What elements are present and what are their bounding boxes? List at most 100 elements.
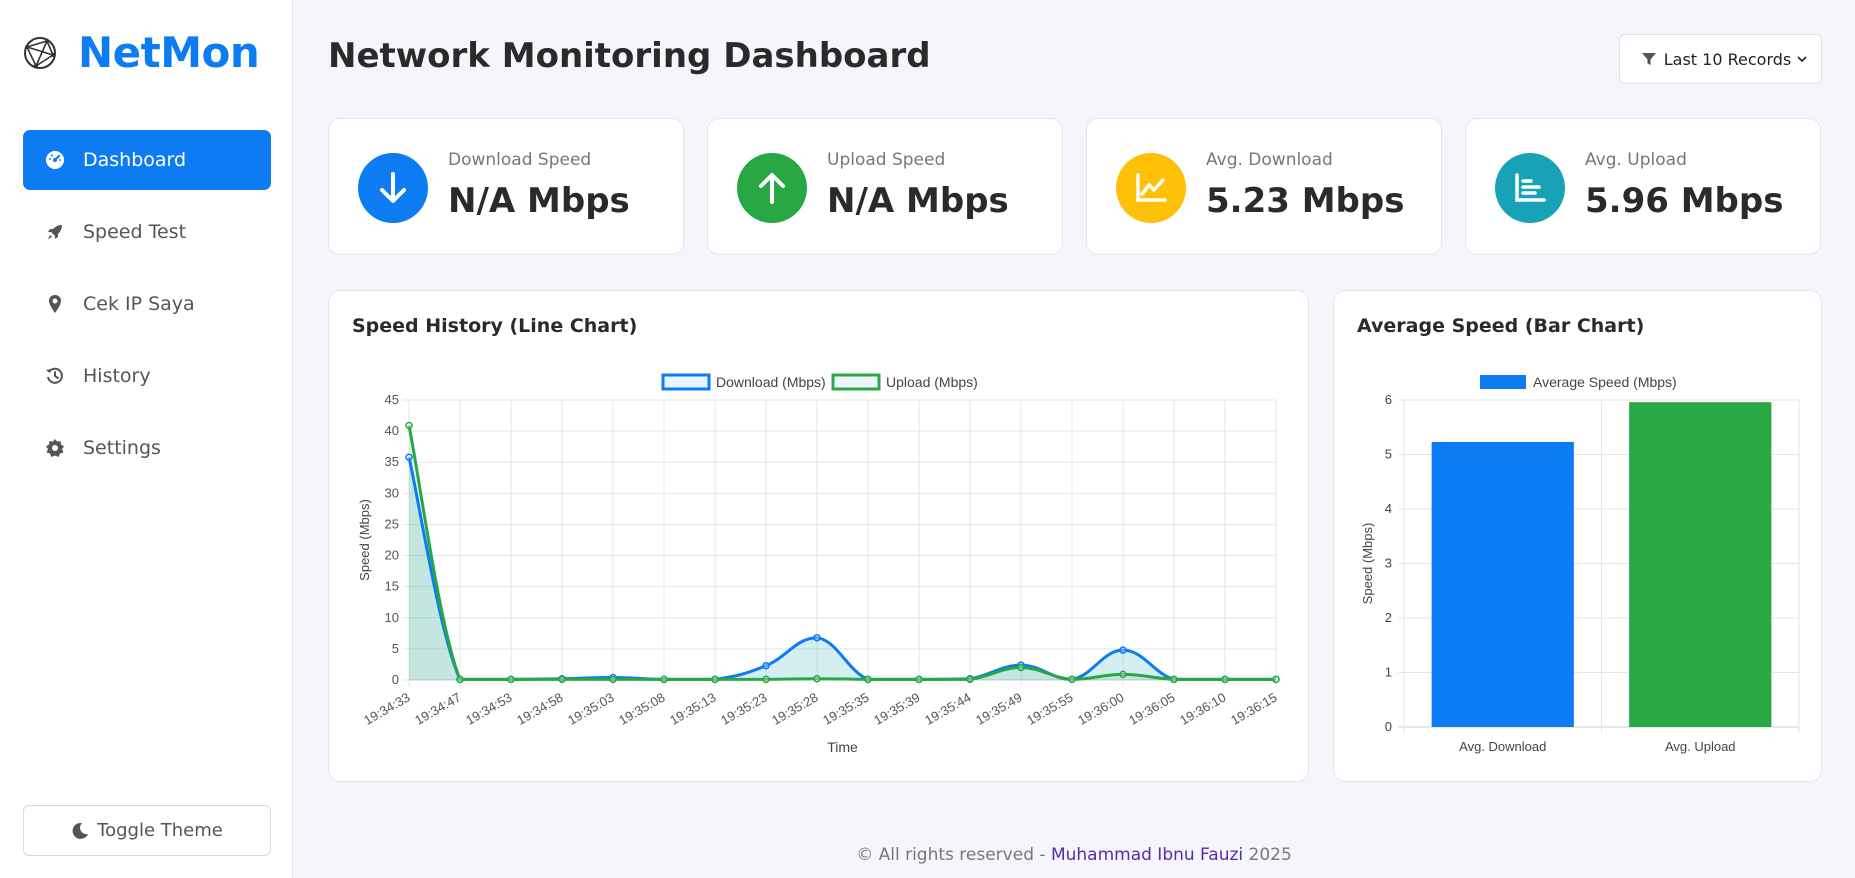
data-point-download xyxy=(813,633,821,642)
arrow-up-icon xyxy=(737,153,807,223)
x-tick-label: 19:35:35 xyxy=(820,690,871,728)
download-speed-card: Download Speed N/A Mbps xyxy=(328,118,684,255)
card-value: 5.23 Mbps xyxy=(1206,181,1405,221)
data-point-upload xyxy=(1221,675,1229,684)
data-point-download xyxy=(405,453,413,461)
x-tick-label: 19:35:23 xyxy=(718,690,769,728)
card-value: 5.96 Mbps xyxy=(1585,181,1784,221)
moon-icon xyxy=(72,822,89,839)
bar-avg-download xyxy=(1431,441,1574,727)
rocket-icon xyxy=(45,222,65,242)
data-point-download xyxy=(1119,646,1127,654)
chevron-down-icon xyxy=(1797,56,1807,63)
filter-label: Last 10 Records xyxy=(1663,49,1792,69)
toggle-theme-label: Toggle Theme xyxy=(97,820,223,841)
y-axis-title: Speed (Mbps) xyxy=(1360,523,1375,605)
y-tick-label: 0 xyxy=(1385,719,1392,734)
card-label: Download Speed xyxy=(448,150,592,170)
card-value: N/A Mbps xyxy=(827,181,1009,221)
data-point-upload xyxy=(456,675,464,684)
data-point-upload xyxy=(762,675,770,684)
x-tick-label: 19:34:58 xyxy=(514,690,565,728)
y-tick-label: 1 xyxy=(1385,665,1392,680)
y-tick-label: 25 xyxy=(385,516,399,531)
sidebar-nav: Dashboard Speed Test Cek IP Saya History… xyxy=(23,130,271,490)
data-point-upload xyxy=(609,675,617,684)
y-tick-label: 30 xyxy=(385,485,399,500)
average-speed-panel: Average Speed (Bar Chart) 0 1 2 3 4 5 6 Speed (… xyxy=(1333,290,1822,782)
sidebar-item-label: History xyxy=(83,365,151,387)
speed-history-line-chart: 05101520253035404519:34:33 19:34:47 19:34:… xyxy=(357,373,1280,755)
sidebar-item-label: Cek IP Saya xyxy=(83,293,195,315)
page-title: Network Monitoring Dashboard xyxy=(328,36,931,76)
y-tick-label: 5 xyxy=(392,641,399,656)
footer-author-link[interactable]: Muhammad Ibnu Fauzi xyxy=(1051,845,1243,865)
x-tick-label: 19:35:49 xyxy=(973,690,1024,728)
toggle-theme-button[interactable]: Toggle Theme xyxy=(23,805,271,856)
sidebar-item-label: Settings xyxy=(83,437,161,459)
x-axis-title: Time xyxy=(827,739,858,755)
card-label: Avg. Upload xyxy=(1585,150,1687,170)
card-value: N/A Mbps xyxy=(448,181,630,221)
data-point-upload xyxy=(711,675,719,684)
x-tick-label: 19:35:03 xyxy=(565,690,616,728)
upload-speed-card: Upload Speed N/A Mbps xyxy=(707,118,1063,255)
avg-upload-card: Avg. Upload 5.96 Mbps xyxy=(1465,118,1821,255)
sidebar-item-speed-test[interactable]: Speed Test xyxy=(23,202,271,262)
x-tick-label: 19:35:28 xyxy=(769,690,820,728)
data-point-upload xyxy=(405,421,413,430)
sidebar-item-dashboard[interactable]: Dashboard xyxy=(23,130,271,190)
x-tick-label: 19:35:55 xyxy=(1024,690,1075,728)
series-area-upload xyxy=(409,425,1276,680)
series-line-upload xyxy=(407,425,1276,681)
network-globe-icon xyxy=(24,36,56,69)
brand-name: NetMon xyxy=(78,28,260,77)
y-tick-label: 15 xyxy=(385,579,399,594)
x-tick-label: 19:35:13 xyxy=(667,690,718,728)
y-tick-label: 5 xyxy=(1385,447,1392,462)
x-tick-label: 19:34:47 xyxy=(412,690,463,728)
y-tick-label: 40 xyxy=(385,423,399,438)
data-point-upload xyxy=(660,675,668,684)
legend-swatch-upload xyxy=(831,373,881,391)
records-filter-dropdown[interactable]: Last 10 Records xyxy=(1619,34,1822,84)
y-axis-title: Speed (Mbps) xyxy=(357,499,372,581)
x-tick-label: 19:36:05 xyxy=(1126,690,1177,728)
sidebar: NetMon Dashboard Speed Test Cek IP Saya … xyxy=(0,0,293,878)
data-point-upload xyxy=(1170,675,1178,684)
y-tick-label: 45 xyxy=(385,392,399,407)
y-tick-label: 20 xyxy=(385,548,399,563)
sidebar-item-settings[interactable]: Settings xyxy=(23,418,271,478)
avg-download-card: Avg. Download 5.23 Mbps xyxy=(1086,118,1442,255)
x-tick-label: Avg. Upload xyxy=(1665,739,1736,754)
bar-avg-upload xyxy=(1629,402,1772,727)
sidebar-item-label: Dashboard xyxy=(83,149,187,171)
filter-icon xyxy=(1641,53,1656,65)
x-tick-label: 19:35:08 xyxy=(616,690,667,728)
data-point-upload xyxy=(1119,670,1127,679)
line-chart-icon xyxy=(1116,153,1186,223)
legend-label: Average Speed (Mbps) xyxy=(1533,374,1677,390)
history-icon xyxy=(45,366,65,386)
bar-chart-icon xyxy=(1495,153,1565,223)
x-tick-label: 19:34:33 xyxy=(361,690,412,728)
sidebar-item-cek-ip[interactable]: Cek IP Saya xyxy=(23,274,271,334)
data-point-upload xyxy=(507,675,515,684)
data-point-upload xyxy=(813,675,821,683)
x-tick-label: 19:35:39 xyxy=(871,690,922,728)
data-point-upload xyxy=(1017,663,1025,672)
card-label: Avg. Download xyxy=(1206,150,1333,170)
data-point-upload xyxy=(864,675,872,684)
data-point-upload xyxy=(1068,675,1076,684)
sidebar-item-label: Speed Test xyxy=(83,221,187,243)
y-tick-label: 35 xyxy=(385,454,399,469)
y-tick-label: 3 xyxy=(1385,556,1392,571)
brand[interactable]: NetMon xyxy=(22,28,260,77)
x-tick-label: 19:36:15 xyxy=(1228,690,1279,728)
legend-label: Upload (Mbps) xyxy=(886,374,978,390)
footer-year: 2025 xyxy=(1243,845,1292,865)
legend-label: Download (Mbps) xyxy=(716,374,826,390)
legend-swatch-download xyxy=(661,373,711,391)
sidebar-item-history[interactable]: History xyxy=(23,346,271,406)
data-point-upload xyxy=(1272,675,1280,684)
